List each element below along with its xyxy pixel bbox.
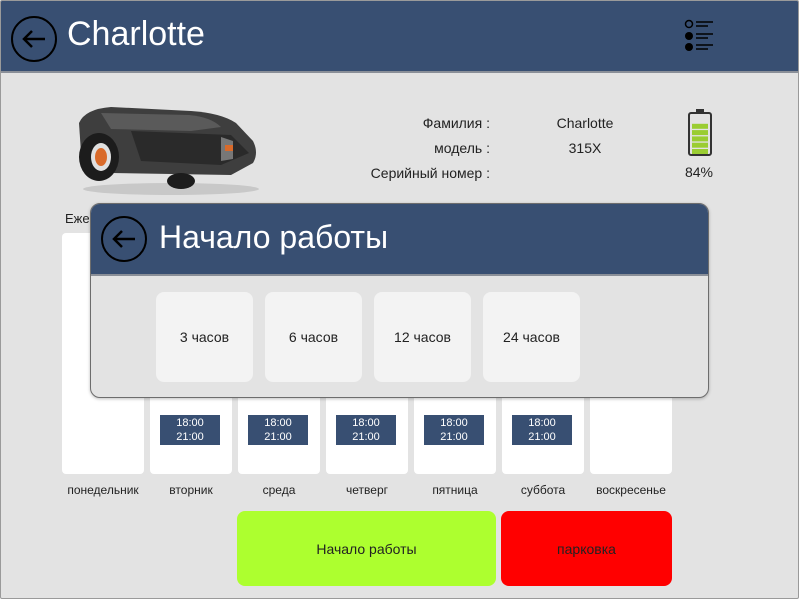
battery-segment [692,149,708,154]
time-slot[interactable]: 18:00 21:00 [424,415,484,445]
serial-label: Серийный номер : [370,165,490,181]
back-arrow-icon [22,30,45,48]
day-label-monday: понедельник [67,483,139,497]
day-label-friday: пятница [432,483,478,497]
battery-segment [692,142,708,148]
park-button[interactable]: парковка [501,511,672,586]
day-label-tuesday: вторник [169,483,213,497]
start-work-button[interactable]: Начало работы [237,511,496,586]
dialog-title: Начало работы [159,219,389,255]
model-label: модель : [434,140,490,156]
time-slot[interactable]: 18:00 21:00 [160,415,220,445]
day-label-wednesday: среда [262,483,296,497]
duration-24h-button[interactable]: 24 часов [483,292,580,382]
mower-image [79,107,259,195]
duration-6h-button[interactable]: 6 часов [265,292,362,382]
battery-segment [692,123,708,129]
back-button[interactable] [11,16,57,62]
time-slot[interactable]: 18:00 21:00 [248,415,308,445]
surname-value: Charlotte [556,115,614,131]
app-window: Charlotte Фамилия : модель : Серийный но… [0,0,799,599]
battery-segment [692,136,708,142]
time-slot[interactable]: 18:00 21:00 [336,415,396,445]
page-title: Charlotte [67,15,205,53]
battery-icon [688,109,712,156]
battery-percent: 84% [684,164,714,180]
list-menu-icon[interactable] [684,19,716,53]
duration-3h-button[interactable]: 3 часов [156,292,253,382]
schedule-title: Еже [65,211,90,226]
start-work-dialog: Начало работы 3 часов 6 часов 12 часов 2… [90,203,709,398]
model-value: 315X [568,140,602,156]
time-slot[interactable]: 18:00 21:00 [512,415,572,445]
day-label-saturday: суббота [520,483,566,497]
dialog-header: Начало работы [91,204,708,276]
battery-segment [692,130,708,136]
header-bar: Charlotte [1,1,798,73]
back-arrow-icon [112,230,135,248]
dialog-back-button[interactable] [101,216,147,262]
day-label-sunday: воскресенье [596,483,666,497]
day-label-thursday: четверг [346,483,388,497]
surname-label: Фамилия : [422,115,490,131]
duration-12h-button[interactable]: 12 часов [374,292,471,382]
